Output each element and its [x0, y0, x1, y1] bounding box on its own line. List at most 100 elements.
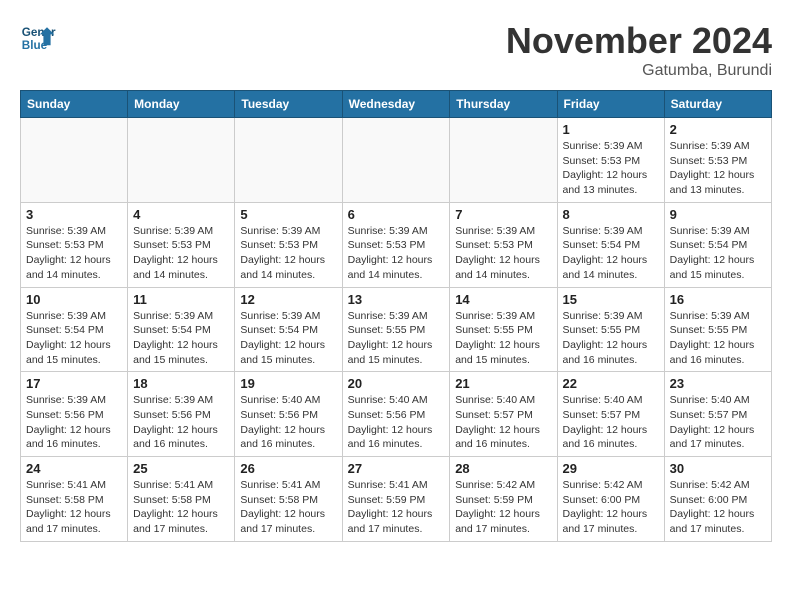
- day-number: 5: [240, 207, 336, 222]
- day-number: 25: [133, 461, 229, 476]
- calendar-day-cell: 22Sunrise: 5:40 AM Sunset: 5:57 PM Dayli…: [557, 372, 664, 457]
- calendar-day-cell: 4 Sunrise: 5:39 AM Sunset: 5:53 PM Daylig…: [128, 202, 235, 287]
- day-number: 3: [26, 207, 122, 222]
- day-number: 1: [563, 122, 659, 137]
- day-info: Sunrise: 5:39 AM Sunset: 5:53 PM Dayligh…: [670, 139, 766, 198]
- calendar-day-cell: 3 Sunrise: 5:39 AM Sunset: 5:53 PM Daylig…: [21, 202, 128, 287]
- calendar-day-cell: 21 Sunrise: 5:40 AM Sunset: 5:57 PM Dayli…: [450, 372, 557, 457]
- day-info: Sunrise: 5:40 AM Sunset: 5:56 PM Dayligh…: [240, 393, 336, 452]
- weekday-header: Saturday: [664, 91, 771, 118]
- day-info: Sunrise: 5:39 AM Sunset: 5:55 PM Dayligh…: [455, 309, 551, 368]
- calendar-day-cell: [342, 118, 450, 203]
- day-info: Sunrise: 5:40 AM Sunset: 5:57 PM Dayligh…: [670, 393, 766, 452]
- calendar-day-cell: 15 Sunrise: 5:39 AM Sunset: 5:55 PM Dayli…: [557, 287, 664, 372]
- calendar-day-cell: 30 Sunrise: 5:42 AM Sunset: 6:00 PM Dayli…: [664, 457, 771, 542]
- calendar-day-cell: 6Sunrise: 5:39 AM Sunset: 5:53 PM Daylig…: [342, 202, 450, 287]
- calendar-day-cell: 1Sunrise: 5:39 AM Sunset: 5:53 PM Daylig…: [557, 118, 664, 203]
- location-subtitle: Gatumba, Burundi: [506, 62, 772, 80]
- day-number: 9: [670, 207, 766, 222]
- calendar-day-cell: 17 Sunrise: 5:39 AM Sunset: 5:56 PM Dayli…: [21, 372, 128, 457]
- day-info: Sunrise: 5:40 AM Sunset: 5:57 PM Dayligh…: [455, 393, 551, 452]
- day-number: 18: [133, 376, 229, 391]
- day-number: 21: [455, 376, 551, 391]
- day-info: Sunrise: 5:39 AM Sunset: 5:53 PM Dayligh…: [133, 224, 229, 283]
- weekday-header: Tuesday: [235, 91, 342, 118]
- calendar-day-cell: 26Sunrise: 5:41 AM Sunset: 5:58 PM Dayli…: [235, 457, 342, 542]
- calendar-week-row: 10Sunrise: 5:39 AM Sunset: 5:54 PM Dayli…: [21, 287, 772, 372]
- calendar-day-cell: 29 Sunrise: 5:42 AM Sunset: 6:00 PM Dayli…: [557, 457, 664, 542]
- day-number: 30: [670, 461, 766, 476]
- calendar-day-cell: [450, 118, 557, 203]
- day-info: Sunrise: 5:39 AM Sunset: 5:56 PM Dayligh…: [26, 393, 122, 452]
- calendar-day-cell: 9 Sunrise: 5:39 AM Sunset: 5:54 PM Daylig…: [664, 202, 771, 287]
- day-info: Sunrise: 5:39 AM Sunset: 5:53 PM Dayligh…: [240, 224, 336, 283]
- calendar-day-cell: 28 Sunrise: 5:42 AM Sunset: 5:59 PM Dayli…: [450, 457, 557, 542]
- logo: General Blue: [20, 20, 60, 56]
- day-number: 23: [670, 376, 766, 391]
- calendar-day-cell: 18Sunrise: 5:39 AM Sunset: 5:56 PM Dayli…: [128, 372, 235, 457]
- day-number: 27: [348, 461, 445, 476]
- day-number: 14: [455, 292, 551, 307]
- month-title: November 2024: [506, 20, 772, 62]
- calendar-day-cell: 25 Sunrise: 5:41 AM Sunset: 5:58 PM Dayli…: [128, 457, 235, 542]
- calendar-week-row: 3 Sunrise: 5:39 AM Sunset: 5:53 PM Daylig…: [21, 202, 772, 287]
- title-block: November 2024 Gatumba, Burundi: [506, 20, 772, 80]
- calendar-day-cell: [21, 118, 128, 203]
- day-info: Sunrise: 5:39 AM Sunset: 5:54 PM Dayligh…: [26, 309, 122, 368]
- day-number: 28: [455, 461, 551, 476]
- day-info: Sunrise: 5:40 AM Sunset: 5:56 PM Dayligh…: [348, 393, 445, 452]
- calendar-day-cell: 12 Sunrise: 5:39 AM Sunset: 5:54 PM Dayli…: [235, 287, 342, 372]
- day-info: Sunrise: 5:39 AM Sunset: 5:55 PM Dayligh…: [670, 309, 766, 368]
- calendar-day-cell: [235, 118, 342, 203]
- weekday-header: Friday: [557, 91, 664, 118]
- calendar-table: SundayMondayTuesdayWednesdayThursdayFrid…: [20, 90, 772, 542]
- calendar-day-cell: 10Sunrise: 5:39 AM Sunset: 5:54 PM Dayli…: [21, 287, 128, 372]
- weekday-header: Thursday: [450, 91, 557, 118]
- day-info: Sunrise: 5:39 AM Sunset: 5:54 PM Dayligh…: [563, 224, 659, 283]
- calendar-day-cell: 7 Sunrise: 5:39 AM Sunset: 5:53 PM Daylig…: [450, 202, 557, 287]
- calendar-day-cell: 23 Sunrise: 5:40 AM Sunset: 5:57 PM Dayli…: [664, 372, 771, 457]
- day-info: Sunrise: 5:41 AM Sunset: 5:58 PM Dayligh…: [133, 478, 229, 537]
- day-info: Sunrise: 5:42 AM Sunset: 6:00 PM Dayligh…: [563, 478, 659, 537]
- day-number: 12: [240, 292, 336, 307]
- day-number: 13: [348, 292, 445, 307]
- day-number: 2: [670, 122, 766, 137]
- logo-icon: General Blue: [20, 20, 56, 56]
- day-number: 19: [240, 376, 336, 391]
- day-info: Sunrise: 5:39 AM Sunset: 5:53 PM Dayligh…: [26, 224, 122, 283]
- calendar-day-cell: [128, 118, 235, 203]
- day-info: Sunrise: 5:39 AM Sunset: 5:54 PM Dayligh…: [240, 309, 336, 368]
- day-number: 29: [563, 461, 659, 476]
- day-info: Sunrise: 5:39 AM Sunset: 5:53 PM Dayligh…: [455, 224, 551, 283]
- calendar-day-cell: 14 Sunrise: 5:39 AM Sunset: 5:55 PM Dayli…: [450, 287, 557, 372]
- calendar-day-cell: 2 Sunrise: 5:39 AM Sunset: 5:53 PM Daylig…: [664, 118, 771, 203]
- day-number: 26: [240, 461, 336, 476]
- calendar-header-row: SundayMondayTuesdayWednesdayThursdayFrid…: [21, 91, 772, 118]
- calendar-week-row: 1 Sunrise: 5:39 AM Sunset: 5:53 PM Daylig…: [21, 118, 772, 203]
- day-number: 7: [455, 207, 551, 222]
- calendar-day-cell: 8 Sunrise: 5:39 AM Sunset: 5:54 PM Daylig…: [557, 202, 664, 287]
- calendar-week-row: 17 Sunrise: 5:39 AM Sunset: 5:56 PM Dayli…: [21, 372, 772, 457]
- calendar-day-cell: 24Sunrise: 5:41 AM Sunset: 5:58 PM Dayli…: [21, 457, 128, 542]
- calendar-day-cell: 11 Sunrise: 5:39 AM Sunset: 5:54 PM Dayli…: [128, 287, 235, 372]
- day-number: 8: [563, 207, 659, 222]
- calendar-day-cell: 16 Sunrise: 5:39 AM Sunset: 5:55 PM Dayli…: [664, 287, 771, 372]
- day-number: 15: [563, 292, 659, 307]
- day-info: Sunrise: 5:39 AM Sunset: 5:54 PM Dayligh…: [670, 224, 766, 283]
- day-number: 11: [133, 292, 229, 307]
- calendar-day-cell: 5 Sunrise: 5:39 AM Sunset: 5:53 PM Daylig…: [235, 202, 342, 287]
- day-number: 22: [563, 376, 659, 391]
- day-number: 17: [26, 376, 122, 391]
- calendar-day-cell: 13Sunrise: 5:39 AM Sunset: 5:55 PM Dayli…: [342, 287, 450, 372]
- calendar-week-row: 24Sunrise: 5:41 AM Sunset: 5:58 PM Dayli…: [21, 457, 772, 542]
- day-info: Sunrise: 5:39 AM Sunset: 5:55 PM Dayligh…: [563, 309, 659, 368]
- day-info: Sunrise: 5:42 AM Sunset: 5:59 PM Dayligh…: [455, 478, 551, 537]
- calendar-day-cell: 27 Sunrise: 5:41 AM Sunset: 5:59 PM Dayli…: [342, 457, 450, 542]
- day-number: 4: [133, 207, 229, 222]
- day-number: 20: [348, 376, 445, 391]
- day-number: 16: [670, 292, 766, 307]
- day-info: Sunrise: 5:42 AM Sunset: 6:00 PM Dayligh…: [670, 478, 766, 537]
- day-info: Sunrise: 5:39 AM Sunset: 5:54 PM Dayligh…: [133, 309, 229, 368]
- calendar-day-cell: 19 Sunrise: 5:40 AM Sunset: 5:56 PM Dayli…: [235, 372, 342, 457]
- day-info: Sunrise: 5:41 AM Sunset: 5:59 PM Dayligh…: [348, 478, 445, 537]
